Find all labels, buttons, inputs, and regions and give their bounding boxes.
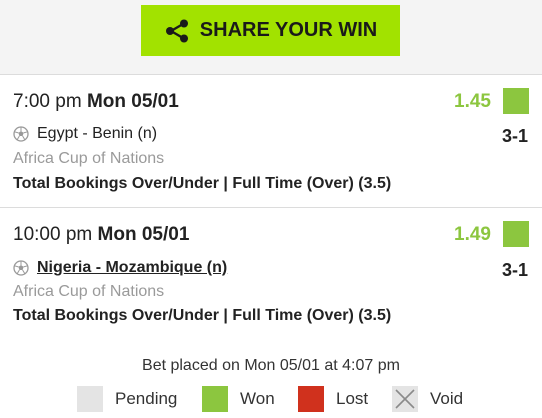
legend-won: Won [202,386,275,412]
kickoff-date: Mon 05/01 [97,224,190,245]
bet-footer: Bet placed on Mon 05/01 at 4:07 pm Pendi… [0,340,542,418]
legend-void: Void [392,386,463,412]
kickoff-time-value: 10:00 pm [13,224,93,245]
share-your-win-button[interactable]: SHARE YOUR WIN [141,5,400,56]
legend-pending: Pending [77,386,177,412]
share-header: SHARE YOUR WIN [0,0,542,75]
void-swatch-icon [392,386,418,412]
football-icon [13,126,29,142]
share-button-label: SHARE YOUR WIN [199,19,378,41]
final-score: 3-1 [501,260,528,280]
bet-leg: 7:00 pm Mon 05/01 1.45 Egypt - Benin (n)… [0,75,542,208]
pending-swatch [77,386,103,412]
market-description: Total Bookings Over/Under | Full Time (O… [13,175,392,192]
kickoff-date: Mon 05/01 [86,91,179,112]
kickoff-time: 7:00 pm Mon 05/01 [13,91,179,113]
competition-name: Africa Cup of Nations [13,150,165,167]
lost-swatch [298,386,324,412]
competition-name: Africa Cup of Nations [13,283,165,300]
match-line: Egypt - Benin (n) [13,125,157,143]
market-description: Total Bookings Over/Under | Full Time (O… [13,307,392,324]
legend-label: Lost [336,389,369,408]
final-score: 3-1 [501,126,528,146]
kickoff-time-value: 7:00 pm [13,91,82,112]
legend-label: Won [240,389,275,408]
kickoff-time: 10:00 pm Mon 05/01 [13,224,189,246]
status-legend: Pending Won Lost Void [0,386,542,416]
legend-lost: Lost [298,386,368,412]
bet-leg: 10:00 pm Mon 05/01 1.49 Nigeria - Mozamb… [0,208,542,341]
won-status-indicator [503,88,529,114]
legend-label: Void [430,389,464,408]
legend-label: Pending [115,389,178,408]
match-line[interactable]: Nigeria - Mozambique (n) [13,259,227,277]
share-icon [165,19,188,42]
bet-placed-time: Bet placed on Mon 05/01 at 4:07 pm [142,357,400,374]
odds-value: 1.49 [454,224,491,245]
match-link[interactable]: Nigeria - Mozambique (n) [37,259,227,277]
won-swatch [202,386,228,412]
odds-value: 1.45 [454,91,491,112]
football-icon [13,260,29,276]
won-status-indicator [503,221,529,247]
match-name: Egypt - Benin (n) [37,125,158,142]
